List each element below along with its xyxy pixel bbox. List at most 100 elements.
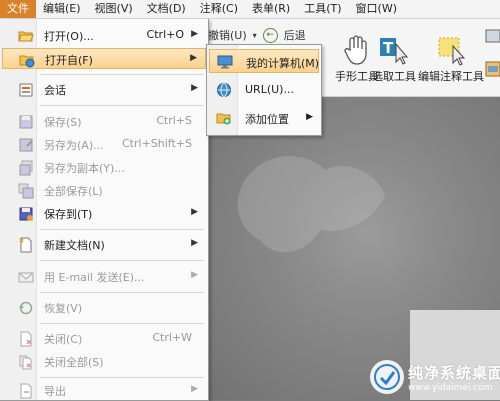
menu-forms[interactable]: 表单(R): [245, 0, 297, 18]
menu-separator: [40, 292, 204, 293]
menu-item-label: 另存为(A)...: [44, 139, 104, 152]
menu-item-open-from[interactable]: 打开自(F) ▶: [2, 48, 206, 69]
menu-bar: 文件 编辑(E) 视图(V) 文档(D) 注释(C) 表单(R) 工具(T) 窗…: [0, 0, 500, 19]
shortcut-label: Ctrl+O: [146, 28, 184, 41]
menu-separator: [40, 260, 204, 261]
menu-item-close[interactable]: 关闭(C) Ctrl+W: [2, 328, 206, 349]
open-from-submenu: 我的计算机(M) URL(U)... 添加位置 ▶: [206, 44, 322, 136]
folder-web-icon: [19, 52, 35, 68]
revert-icon: [18, 300, 34, 316]
menu-item-label: 关闭(C): [44, 333, 83, 346]
submenu-arrow-icon: ▶: [191, 384, 198, 394]
submenu-item-my-computer[interactable]: 我的计算机(M): [209, 49, 319, 73]
submenu-item-label: 添加位置: [245, 113, 289, 126]
menu-item-label: 打开自(F): [45, 54, 93, 67]
menu-item-label: 导出: [44, 385, 66, 398]
menu-item-label: 关闭全部(S): [44, 356, 104, 369]
shortcut-label: Ctrl+Shift+S: [122, 137, 192, 150]
menu-item-label: 保存(S): [44, 116, 82, 129]
menu-item-label: 另存为副本(Y)...: [44, 162, 125, 175]
menu-item-revert[interactable]: 恢复(V): [2, 297, 206, 318]
menu-document[interactable]: 文档(D): [140, 0, 193, 18]
camera-icon[interactable]: [480, 22, 500, 96]
menu-separator: [40, 229, 204, 230]
menu-view[interactable]: 视图(V): [88, 0, 140, 18]
menu-item-session[interactable]: 会话 ▶: [2, 79, 206, 100]
menu-tools[interactable]: 工具(T): [297, 0, 348, 18]
select-text-icon: T: [378, 32, 410, 68]
menu-separator: [40, 74, 204, 75]
undo-button[interactable]: 撤销(U): [208, 27, 247, 43]
watermark-url: www.yidaimei.com: [408, 382, 493, 393]
annotate-tool-label: 编辑注释工具: [418, 70, 484, 83]
menu-item-label: 恢复(V): [44, 302, 83, 315]
save-icon: [18, 114, 34, 130]
new-document-icon: [18, 237, 34, 253]
menu-item-label: 全部保存(L): [44, 185, 103, 198]
menu-item-label: 打开(O)...: [44, 30, 94, 43]
select-tool-button[interactable]: T 选取工具: [372, 32, 416, 84]
menu-file[interactable]: 文件: [0, 0, 36, 18]
submenu-arrow-icon: ▶: [191, 207, 198, 217]
svg-text:T: T: [383, 39, 394, 57]
session-icon: [18, 82, 34, 98]
menu-item-label: 用 E-mail 发送(E)...: [44, 271, 145, 284]
annotate-tool-button[interactable]: 编辑注释工具: [418, 32, 484, 84]
save-all-icon: [18, 183, 34, 199]
menu-item-label: 新建文档(N): [44, 239, 105, 252]
export-icon: [18, 383, 34, 399]
watermark: 纯净系统桌面 www.yidaimei.com: [370, 360, 500, 394]
email-icon: [18, 269, 34, 285]
menu-item-save-copy[interactable]: 另存为副本(Y)...: [2, 157, 206, 178]
menu-item-save-to[interactable]: 保存到(T) ▶: [2, 203, 206, 224]
menu-item-label: 保存到(T): [44, 208, 93, 221]
menu-item-close-all[interactable]: 关闭全部(S): [2, 351, 206, 372]
save-as-icon: [18, 137, 34, 153]
menu-separator: [40, 105, 204, 106]
submenu-item-url[interactable]: URL(U)...: [209, 78, 319, 102]
folder-open-icon: [18, 28, 34, 44]
menu-item-email[interactable]: 用 E-mail 发送(E)... ▶: [2, 266, 206, 287]
menu-separator: [40, 323, 204, 324]
submenu-arrow-icon: ▶: [306, 112, 313, 122]
save-copy-icon: [18, 160, 34, 176]
shortcut-label: Ctrl+S: [156, 114, 192, 127]
menu-comment[interactable]: 注释(C): [193, 0, 245, 18]
menu-item-save-all[interactable]: 全部保存(L): [2, 180, 206, 201]
menu-item-export[interactable]: 导出 ▶: [2, 380, 206, 401]
menu-item-save[interactable]: 保存(S) Ctrl+S: [2, 111, 206, 132]
submenu-arrow-icon: ▶: [191, 83, 198, 93]
computer-icon: [217, 54, 233, 70]
submenu-item-add-location[interactable]: 添加位置 ▶: [209, 106, 319, 130]
menu-item-new-document[interactable]: 新建文档(N) ▶: [2, 234, 206, 255]
submenu-arrow-icon: ▶: [190, 53, 197, 63]
dropdown-arrow-icon[interactable]: ▾: [253, 31, 257, 40]
submenu-arrow-icon: ▶: [191, 238, 198, 248]
submenu-arrow-icon: ▶: [191, 29, 198, 39]
menu-window[interactable]: 窗口(W): [349, 0, 404, 18]
submenu-arrow-icon: ▶: [191, 270, 198, 280]
menu-item-open[interactable]: 打开(O)... Ctrl+O ▶: [2, 25, 206, 46]
select-tool-label: 选取工具: [372, 70, 416, 83]
globe-icon: [216, 82, 232, 98]
shortcut-label: Ctrl+W: [152, 331, 192, 344]
file-menu: 打开(O)... Ctrl+O ▶ 打开自(F) ▶ 会话 ▶ 保存(S) Ct…: [0, 19, 209, 401]
menu-item-label: 会话: [44, 84, 66, 97]
submenu-item-label: 我的计算机(M): [246, 57, 320, 70]
menu-item-save-as[interactable]: 另存为(A)... Ctrl+Shift+S: [2, 134, 206, 155]
watermark-title: 纯净系统桌面: [408, 363, 500, 382]
menu-separator: [40, 377, 204, 378]
watermark-logo-icon: [370, 360, 404, 394]
back-button[interactable]: 后退: [284, 27, 306, 43]
close-all-icon: [18, 354, 34, 370]
add-location-icon: [216, 110, 232, 126]
undo-row: 撤销(U) ▾ ← 后退: [208, 27, 306, 43]
hand-icon: [341, 32, 373, 68]
back-arrow-icon[interactable]: ←: [262, 27, 278, 43]
world-map-graphic: [237, 156, 385, 253]
annotate-icon: [435, 32, 467, 68]
close-document-icon: [18, 331, 34, 347]
save-to-icon: [18, 206, 34, 222]
submenu-item-label: URL(U)...: [245, 83, 294, 96]
menu-edit[interactable]: 编辑(E): [36, 0, 88, 18]
